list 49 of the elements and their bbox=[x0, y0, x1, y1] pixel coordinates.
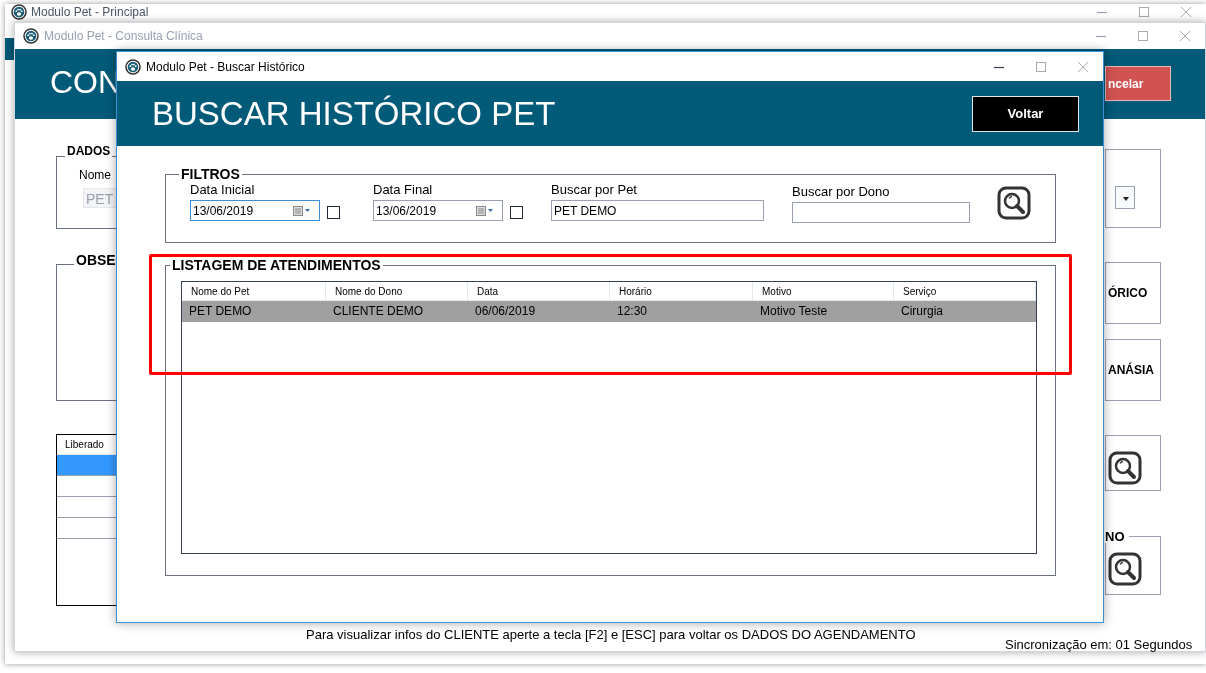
group-label: DADOS bbox=[65, 145, 113, 157]
cancel-button[interactable]: ncelar bbox=[1105, 66, 1171, 101]
text-field[interactable] bbox=[792, 202, 970, 223]
date-field[interactable]: 13/06/2019 bbox=[190, 200, 320, 221]
sync-status: Sincronização em: 01 Segundos bbox=[1005, 638, 1193, 651]
text-field[interactable]: PET DEMO bbox=[551, 200, 764, 221]
column-header[interactable]: Nome do Pet bbox=[182, 282, 326, 300]
search-icon bbox=[1108, 552, 1142, 586]
maximize-icon bbox=[1137, 30, 1149, 42]
search-button[interactable] bbox=[997, 186, 1031, 220]
side-button[interactable]: ÓRICO bbox=[1105, 262, 1161, 324]
column-header[interactable]: Horário bbox=[610, 282, 753, 300]
search-icon bbox=[1108, 451, 1142, 485]
calendar-icon bbox=[476, 205, 494, 216]
column-header[interactable]: Motivo bbox=[753, 282, 894, 300]
table-row[interactable]: PET DEMO CLIENTE DEMO 06/06/2019 12:30 Motivo Teste Cirurgia bbox=[182, 301, 1036, 322]
field-label: Data Final bbox=[373, 182, 434, 198]
maximize-icon bbox=[1138, 6, 1150, 18]
field-label: Buscar por Pet bbox=[551, 182, 638, 198]
column-header[interactable]: Serviço bbox=[894, 282, 1036, 300]
group-label: NO bbox=[1105, 530, 1129, 543]
paw-icon bbox=[125, 58, 141, 75]
checkbox[interactable] bbox=[327, 206, 340, 219]
group-label: FILTROS bbox=[180, 167, 241, 181]
date-field[interactable]: 13/06/2019 bbox=[373, 200, 503, 221]
close-icon bbox=[1179, 30, 1191, 42]
checkbox[interactable] bbox=[510, 206, 523, 219]
window-title: Modulo Pet - Principal bbox=[31, 4, 149, 21]
back-button[interactable]: Voltar bbox=[972, 95, 1079, 132]
group-label: OBSE bbox=[74, 253, 118, 267]
paw-icon bbox=[23, 28, 39, 44]
side-button[interactable]: ANÁSIA bbox=[1105, 339, 1161, 401]
dropdown-button[interactable] bbox=[1115, 186, 1135, 209]
column-header[interactable]: Nome do Dono bbox=[326, 282, 468, 300]
header-title: BUSCAR HISTÓRICO PET bbox=[152, 97, 556, 130]
column-header[interactable]: Data bbox=[468, 282, 610, 300]
calendar-icon bbox=[293, 205, 311, 216]
field-label: Nome bbox=[79, 169, 111, 181]
field-label: Buscar por Dono bbox=[792, 184, 891, 200]
close-icon bbox=[1180, 6, 1192, 18]
hint-text: Para visualizar infos do CLIENTE aperte a tecla [F2] e [ESC] para voltar os DADOS DO AGENDAMENTO bbox=[306, 628, 916, 641]
field-label: Data Inicial bbox=[190, 182, 256, 198]
close-icon bbox=[1077, 60, 1089, 73]
column-header: Liberado bbox=[64, 438, 104, 452]
caret-icon bbox=[1123, 197, 1129, 201]
window-title: Modulo Pet - Consulta Clínica bbox=[44, 28, 203, 45]
window-title: Modulo Pet - Buscar Histórico bbox=[146, 58, 305, 76]
maximize-icon bbox=[1035, 60, 1047, 73]
group-label: LISTAGEM DE ATENDIMENTOS bbox=[171, 258, 382, 272]
